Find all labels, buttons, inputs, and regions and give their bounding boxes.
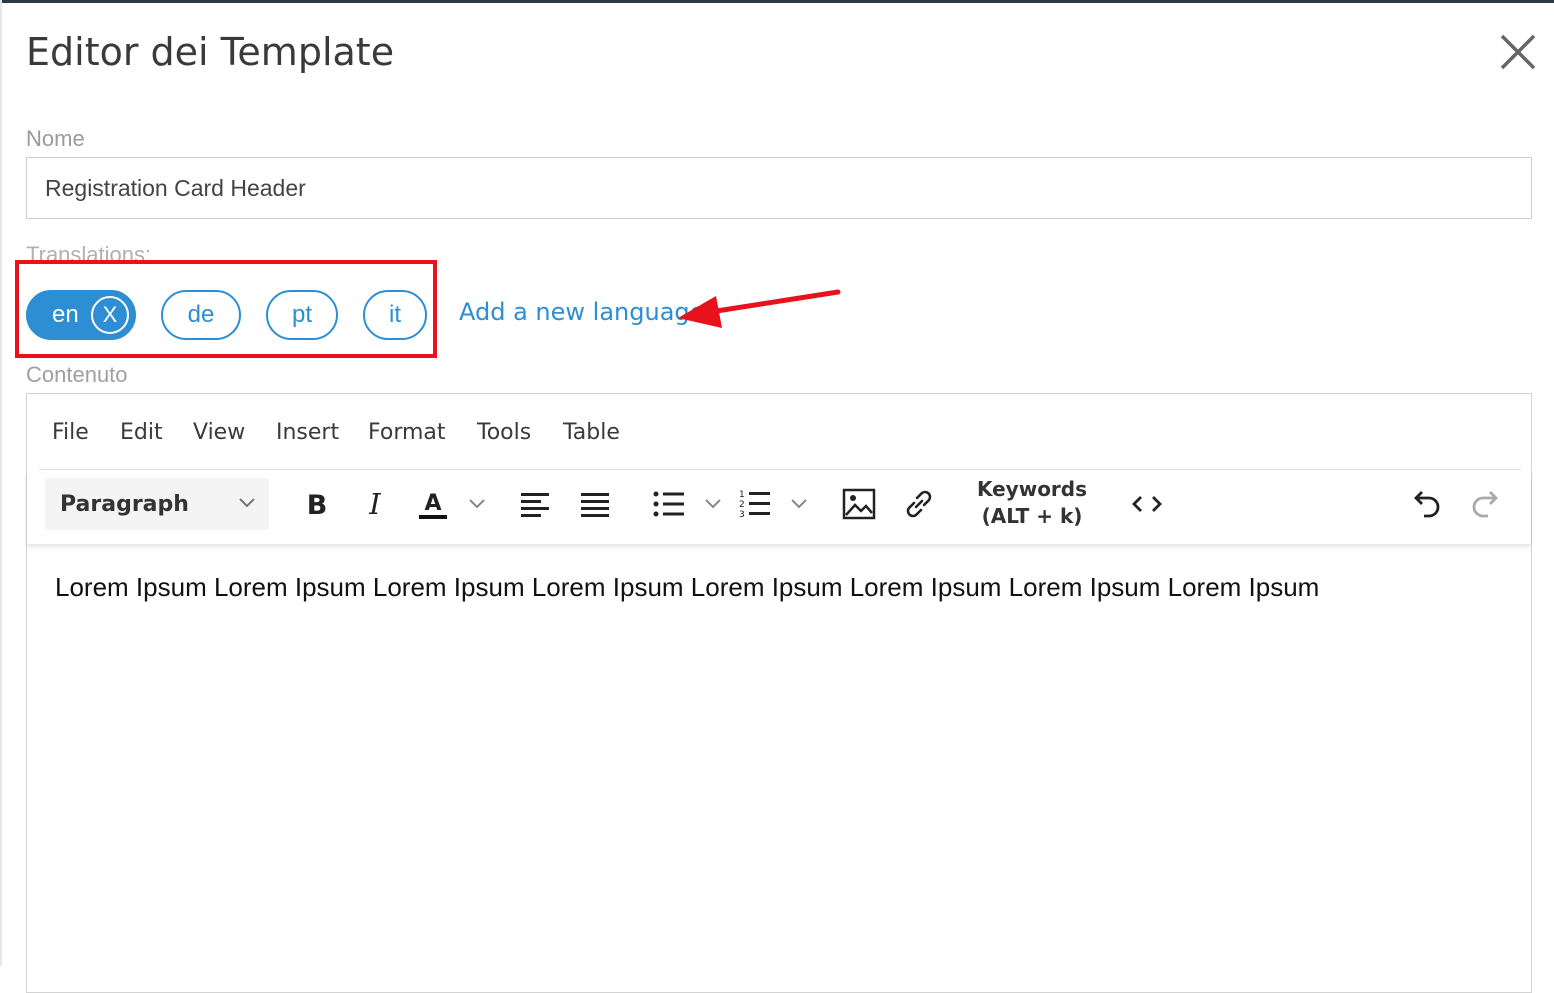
insert-link-button[interactable] [897, 478, 941, 530]
bullet-list-icon [653, 491, 684, 517]
menu-file[interactable]: File [52, 420, 89, 445]
undo-button[interactable] [1403, 478, 1447, 530]
name-label: Nome [26, 126, 85, 151]
undo-icon [1414, 491, 1440, 518]
chevron-down-icon [705, 499, 721, 509]
close-button[interactable] [1496, 30, 1540, 74]
menu-edit[interactable]: Edit [120, 420, 163, 445]
editor-menubar: File Edit View Insert Format Tools Table [27, 394, 1531, 470]
align-left-button[interactable] [515, 478, 555, 530]
window-top-border [0, 0, 1554, 3]
keywords-shortcut: (ALT + k) [981, 504, 1083, 528]
editor-toolbar: Paragraph B I A 1 2 3 Keywords (ALT + k) [27, 470, 1531, 544]
chevron-down-icon [791, 499, 807, 509]
menu-insert[interactable]: Insert [276, 420, 339, 445]
editor-content[interactable]: Lorem Ipsum Lorem Ipsum Lorem Ipsum Lore… [55, 572, 1511, 603]
menu-view[interactable]: View [193, 420, 245, 445]
window-left-border [0, 0, 2, 966]
insert-image-button[interactable] [837, 478, 881, 530]
image-icon [842, 488, 876, 520]
add-language-link[interactable]: Add a new language [459, 298, 704, 326]
text-color-dropdown[interactable] [463, 478, 491, 530]
link-icon [906, 490, 932, 518]
bold-button[interactable]: B [295, 478, 339, 530]
annotation-highlight-box [15, 260, 437, 358]
source-code-button[interactable] [1125, 478, 1169, 530]
text-color-button[interactable]: A [411, 478, 455, 530]
numbered-list-dropdown[interactable] [785, 478, 813, 530]
redo-button[interactable] [1465, 478, 1509, 530]
modal-title: Editor dei Template [26, 30, 395, 74]
content-label: Contenuto [26, 362, 128, 387]
align-left-icon [521, 493, 549, 517]
menu-format[interactable]: Format [368, 420, 446, 445]
chevron-down-icon [239, 498, 255, 508]
italic-button[interactable]: I [355, 478, 395, 530]
block-format-value: Paragraph [60, 491, 189, 517]
name-input[interactable]: Registration Card Header [26, 157, 1532, 219]
chevron-down-icon [469, 499, 485, 509]
close-icon [1500, 34, 1536, 70]
text-color-icon: A [419, 491, 447, 519]
svg-text:2: 2 [739, 500, 745, 510]
keywords-label: Keywords [976, 477, 1088, 501]
numbered-list-icon: 1 2 3 [739, 490, 770, 519]
italic-icon: I [368, 489, 381, 519]
align-justify-icon [581, 493, 609, 517]
svg-text:A: A [424, 491, 441, 516]
menu-tools[interactable]: Tools [477, 420, 531, 445]
rich-text-editor: File Edit View Insert Format Tools Table… [26, 393, 1532, 993]
block-format-select[interactable]: Paragraph [45, 478, 269, 530]
align-justify-button[interactable] [575, 478, 615, 530]
bullet-list-button[interactable] [649, 478, 689, 530]
code-icon [1132, 496, 1162, 512]
redo-icon [1472, 491, 1498, 518]
menu-table[interactable]: Table [563, 420, 620, 445]
numbered-list-button[interactable]: 1 2 3 [735, 478, 775, 530]
bold-icon: B [307, 490, 328, 519]
svg-text:I: I [368, 489, 381, 519]
svg-text:3: 3 [739, 510, 745, 519]
arrow-annotation [678, 289, 841, 328]
bullet-list-dropdown[interactable] [699, 478, 727, 530]
keywords-button[interactable]: Keywords (ALT + k) [967, 476, 1097, 532]
svg-text:B: B [307, 490, 328, 519]
svg-text:1: 1 [739, 490, 745, 500]
